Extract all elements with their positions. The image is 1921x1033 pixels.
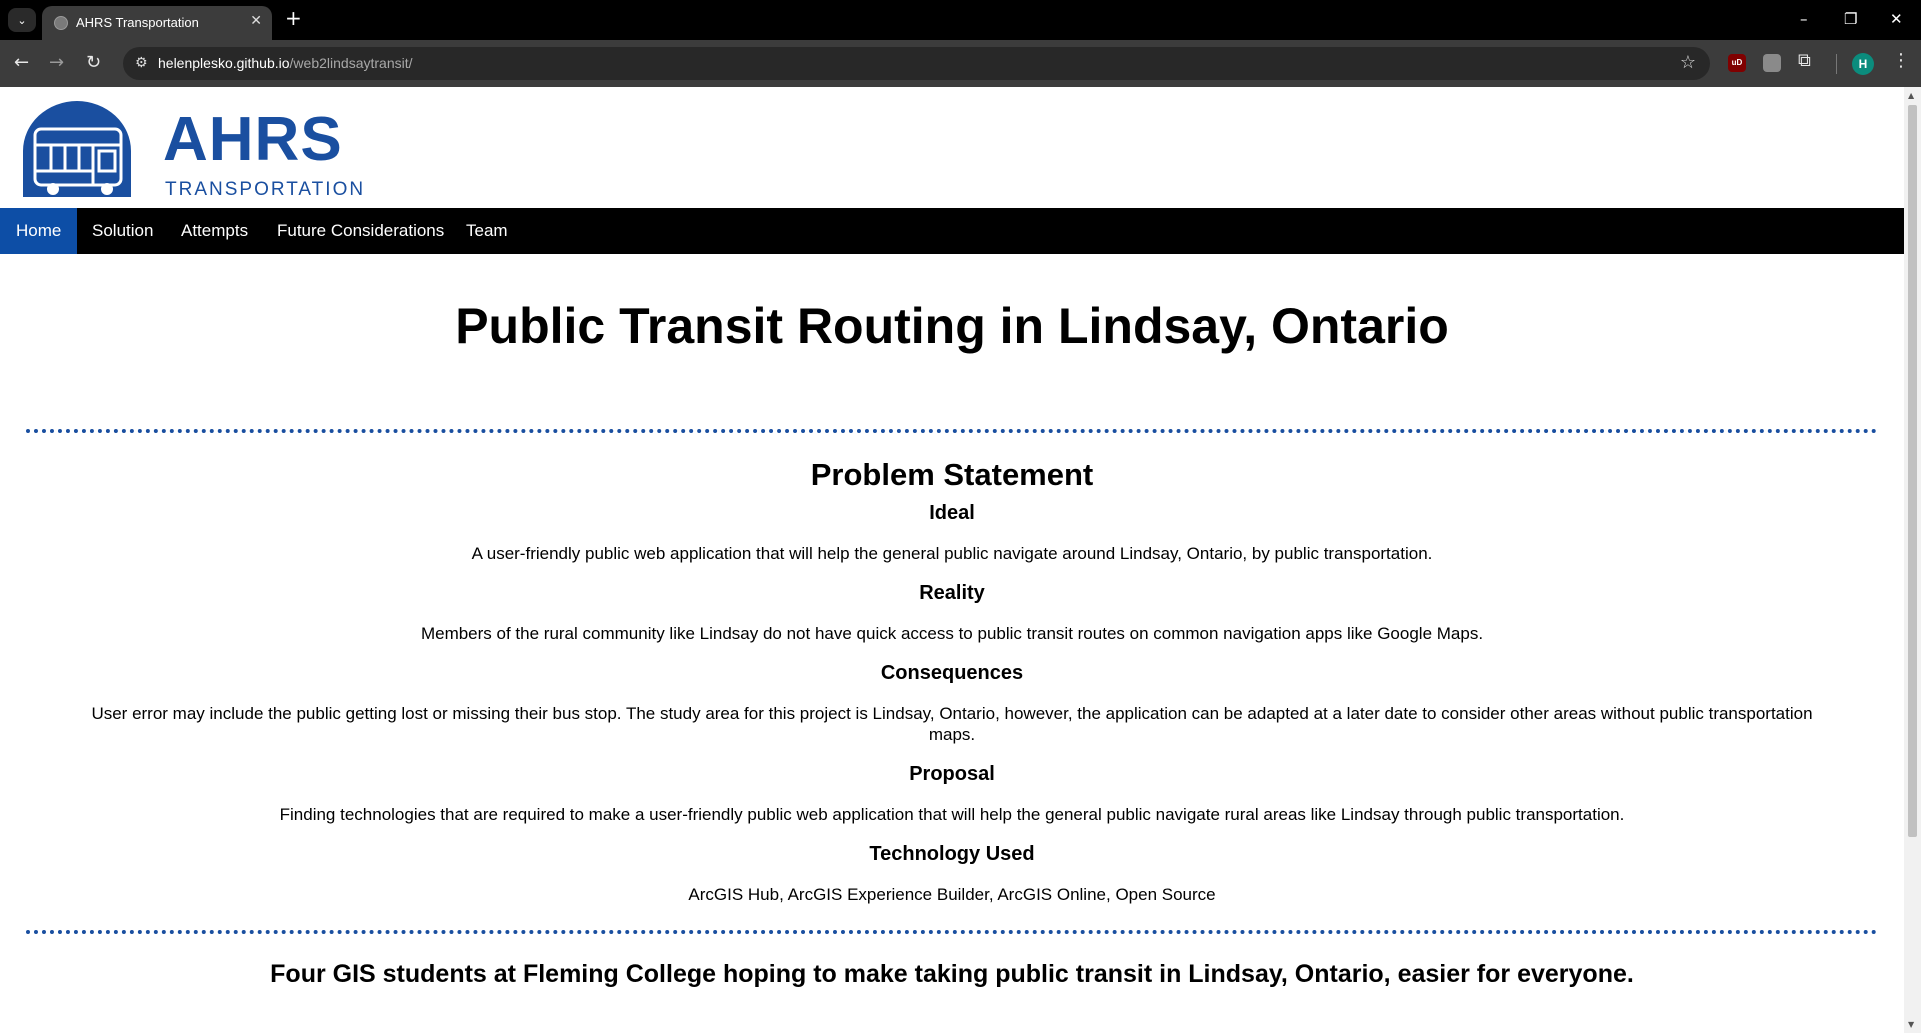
url-text[interactable]: helenplesko.github.io/web2lindsaytransit… <box>158 55 413 71</box>
page-scrollbar[interactable]: ▲ ▼ <box>1904 87 1921 1033</box>
reload-icon[interactable]: ↻ <box>86 52 101 73</box>
technology-text: ArcGIS Hub, ArcGIS Experience Builder, A… <box>688 885 1216 904</box>
logo-title: AHRS <box>163 105 343 174</box>
browser-menu-icon[interactable]: ⋮ <box>1892 50 1910 71</box>
browser-tab-strip: ⌄ AHRS Transportation ✕ + – ❐ ✕ <box>0 0 1921 40</box>
dotted-divider <box>26 930 1878 934</box>
dotted-divider <box>26 429 1878 433</box>
extensions-puzzle-icon[interactable]: ⧉ <box>1798 50 1811 71</box>
chevron-down-icon: ⌄ <box>17 13 27 27</box>
scroll-thumb[interactable] <box>1908 105 1917 837</box>
reality-heading: Reality <box>919 582 985 604</box>
logo-subtitle: TRANSPORTATION <box>165 179 366 200</box>
back-arrow-icon[interactable]: ← <box>14 52 29 73</box>
tagline: Four GIS students at Fleming College hop… <box>270 960 1634 988</box>
technology-heading: Technology Used <box>869 843 1035 865</box>
restore-icon[interactable]: ❐ <box>1844 10 1857 28</box>
minimize-icon[interactable]: – <box>1800 10 1808 28</box>
url-path: /web2lindsaytransit/ <box>289 55 413 71</box>
consequences-text: User error may include the public gettin… <box>91 704 1813 744</box>
nav-future-considerations[interactable]: Future Considerations <box>261 208 460 254</box>
nav-home[interactable]: Home <box>0 208 78 254</box>
reality-text: Members of the rural community like Lind… <box>420 624 1484 643</box>
profile-avatar[interactable]: H <box>1852 53 1874 75</box>
address-bar[interactable]: ⚙ helenplesko.github.io/web2lindsaytrans… <box>123 47 1710 80</box>
window-close-icon[interactable]: ✕ <box>1890 10 1903 28</box>
browser-toolbar: ← → ↻ ⚙ helenplesko.github.io/web2lindsa… <box>0 40 1921 87</box>
proposal-text: Finding technologies that are required t… <box>279 805 1625 824</box>
forward-arrow-icon[interactable]: → <box>49 52 64 73</box>
globe-icon <box>54 16 68 30</box>
nav-attempts[interactable]: Attempts <box>165 208 264 254</box>
page-title: Public Transit Routing in Lindsay, Ontar… <box>455 298 1449 354</box>
scroll-up-arrow-icon[interactable]: ▲ <box>1908 91 1914 100</box>
tab-title: AHRS Transportation <box>76 15 199 30</box>
nav-solution[interactable]: Solution <box>76 208 169 254</box>
proposal-heading: Proposal <box>909 763 995 785</box>
site-navigation: Home Solution Attempts Future Considerat… <box>0 208 1904 254</box>
browser-tab-active[interactable]: AHRS Transportation ✕ <box>42 6 272 40</box>
url-domain: helenplesko.github.io <box>158 55 290 71</box>
tab-search-button[interactable]: ⌄ <box>8 8 36 32</box>
page-viewport: AHRS TRANSPORTATION Home Solution Attemp… <box>0 87 1904 1033</box>
new-tab-plus-icon[interactable]: + <box>285 8 302 28</box>
ideal-text: A user-friendly public web application t… <box>471 544 1433 563</box>
bus-logo-icon <box>23 101 131 197</box>
extension-icon[interactable] <box>1763 54 1781 72</box>
scroll-down-arrow-icon[interactable]: ▼ <box>1908 1020 1914 1029</box>
site-info-icon[interactable]: ⚙ <box>135 55 148 71</box>
close-icon[interactable]: ✕ <box>250 13 262 29</box>
ideal-heading: Ideal <box>929 502 975 524</box>
bookmark-star-icon[interactable]: ☆ <box>1680 52 1696 73</box>
ublock-extension-icon[interactable]: uD <box>1728 54 1746 72</box>
toolbar-divider <box>1836 54 1837 74</box>
problem-statement-title: Problem Statement <box>810 457 1094 492</box>
nav-team[interactable]: Team <box>450 208 524 254</box>
ahrs-logo[interactable]: AHRS TRANSPORTATION <box>15 101 363 201</box>
consequences-heading: Consequences <box>880 662 1024 684</box>
